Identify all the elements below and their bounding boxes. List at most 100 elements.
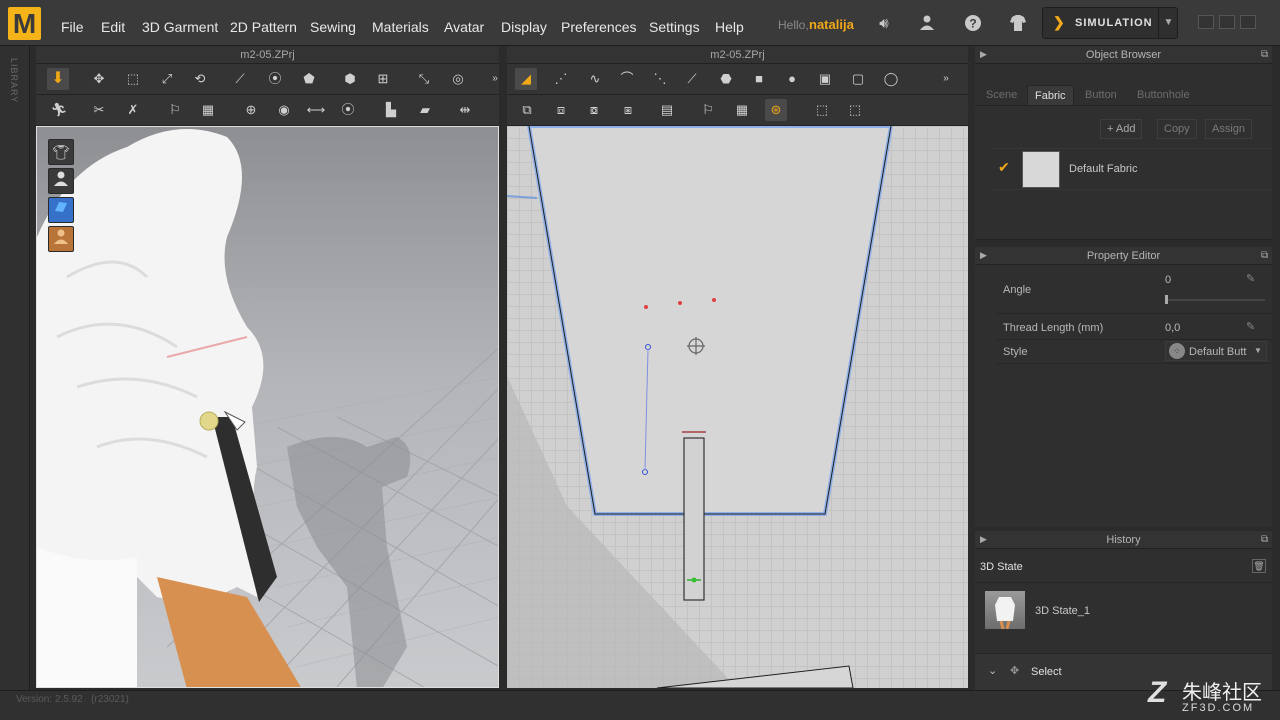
viewport-2d[interactable] (507, 126, 968, 688)
zipper-2d-icon[interactable]: ⚐ (697, 99, 719, 121)
undock-icon[interactable]: ⧉ (1261, 250, 1268, 261)
menu-help[interactable]: Help (715, 19, 744, 35)
puckering-icon[interactable]: ⇹ (454, 99, 476, 121)
show-avatar-icon[interactable] (48, 168, 74, 194)
garment-fit-icon[interactable]: ⬢ (339, 68, 361, 90)
cut-pattern-icon[interactable]: ⟋ (681, 68, 703, 90)
delete-history-icon[interactable]: 🗑︎ (1252, 559, 1266, 573)
avatar-pose-icon[interactable]: 🏃︎ (48, 99, 70, 121)
menu-3d-garment[interactable]: 3D Garment (142, 19, 218, 35)
menu-2d-pattern[interactable]: 2D Pattern (230, 19, 297, 35)
segment-sewing-icon[interactable]: ⧇ (583, 99, 605, 121)
close-button[interactable] (1240, 15, 1256, 29)
edit-point-icon[interactable]: ⋰ (550, 68, 572, 90)
piping-icon[interactable]: ▙ (380, 99, 402, 121)
undock-icon[interactable]: ⧉ (1261, 49, 1268, 60)
annotation-icon[interactable]: ⬚ (811, 99, 833, 121)
help-icon[interactable]: ? (963, 14, 983, 34)
trace-icon[interactable]: ⧉ (516, 99, 538, 121)
select-button-icon[interactable]: ⊛ (765, 99, 787, 121)
tab-button[interactable]: Button (1078, 85, 1124, 105)
sewing-icon[interactable]: ✂ (88, 99, 110, 121)
viewport-3d[interactable]: 👕︎ (36, 126, 499, 688)
menu-display[interactable]: Display (501, 19, 547, 35)
zipper-icon[interactable]: ⚐ (164, 99, 186, 121)
speaker-icon[interactable]: 🔊︎ (874, 14, 894, 34)
thread-length-value[interactable]: 0,0 (1165, 322, 1180, 334)
history-item-name[interactable]: 3D State_1 (1035, 605, 1090, 617)
tab-buttonhole[interactable]: Buttonhole (1130, 85, 1197, 105)
select-mesh-icon[interactable]: ⬚ (122, 68, 144, 90)
collapse-arrow-icon[interactable]: ▶ (980, 250, 987, 261)
rectangle-icon[interactable]: ■ (748, 68, 770, 90)
pin-icon[interactable]: ⟋ (229, 68, 251, 90)
fold-arrange-icon[interactable]: ⬟ (298, 68, 320, 90)
graphic-icon[interactable]: ⬚ (844, 99, 866, 121)
select-move-icon[interactable]: ✥ (88, 68, 110, 90)
menu-sewing[interactable]: Sewing (310, 19, 356, 35)
fold-arrangement-icon[interactable]: ▤ (656, 99, 678, 121)
tack-icon[interactable]: ⦿ (264, 68, 286, 90)
menu-edit[interactable]: Edit (101, 19, 125, 35)
maximize-button[interactable] (1219, 15, 1235, 29)
avatar-texture-icon[interactable] (48, 226, 74, 252)
menu-materials[interactable]: Materials (372, 19, 429, 35)
fold-icon[interactable]: ⟲ (189, 68, 211, 90)
free-sewing-icon[interactable]: ⧆ (617, 99, 639, 121)
circle-icon[interactable]: ● (781, 68, 803, 90)
collapse-arrow-icon[interactable]: ▶ (980, 49, 987, 60)
pattern-icon[interactable]: ▦ (197, 99, 219, 121)
edit-wrench-icon[interactable]: ✎ (1246, 272, 1255, 285)
style-dropdown[interactable]: ⁘ Default Butt ▼ (1165, 341, 1267, 361)
internal-polygon-icon[interactable]: ▣ (814, 68, 836, 90)
fabric-icon[interactable]: ▰ (414, 99, 436, 121)
history-thumbnail[interactable] (985, 591, 1025, 630)
more-tools-icon[interactable]: » (484, 68, 506, 90)
menu-file[interactable]: File (61, 19, 84, 35)
seam-icon[interactable]: ✗ (122, 99, 144, 121)
tab-fabric[interactable]: Fabric (1027, 85, 1074, 105)
edit-wrench-icon[interactable]: ✎ (1246, 320, 1255, 333)
simulation-button[interactable]: ❯ SIMULATION ▼ (1042, 7, 1178, 39)
copy-fabric-button[interactable]: Copy (1157, 119, 1197, 139)
simulation-dropdown-icon[interactable]: ▼ (1158, 8, 1178, 38)
polygon-icon[interactable]: ⬣ (715, 68, 737, 90)
expand-chevrons-icon[interactable]: ⌄ (988, 664, 997, 677)
transform-icon[interactable]: ⤢ (156, 68, 178, 90)
texture-2d-icon[interactable]: ▦ (731, 99, 753, 121)
angle-slider[interactable] (1165, 299, 1265, 301)
fabric-texture-icon[interactable] (48, 197, 74, 223)
assign-fabric-button[interactable]: Assign (1205, 119, 1253, 139)
internal-rectangle-icon[interactable]: ▢ (847, 68, 869, 90)
measure-icon[interactable]: ⤡ (413, 68, 435, 90)
button-icon[interactable]: ⊕ (240, 99, 262, 121)
menu-avatar[interactable]: Avatar (444, 19, 484, 35)
more-pattern-tools-icon[interactable]: » (935, 68, 957, 90)
show-garment-icon[interactable]: 👕︎ (48, 139, 74, 165)
topstitch-icon[interactable]: ⦿ (337, 99, 359, 121)
simulate-arrow-icon[interactable]: ⬇ (47, 68, 69, 90)
angle-slider-handle[interactable] (1165, 295, 1168, 304)
seam-allowance-icon[interactable]: ⧈ (550, 99, 572, 121)
library-panel[interactable]: LIBRARY (0, 46, 30, 690)
menu-preferences[interactable]: Preferences (561, 19, 636, 35)
menu-settings[interactable]: Settings (649, 19, 700, 35)
add-fabric-button[interactable]: + Add (1100, 119, 1143, 139)
add-point-icon[interactable]: ⋱ (649, 68, 671, 90)
collapse-arrow-icon[interactable]: ▶ (980, 534, 987, 545)
internal-circle-icon[interactable]: ◯ (880, 68, 902, 90)
username[interactable]: natalija (809, 17, 854, 32)
shirt-icon[interactable]: ⊞ (372, 68, 394, 90)
curve-point-icon[interactable]: ⌒ (616, 68, 638, 90)
angle-value[interactable]: 0 (1165, 274, 1171, 286)
tab-scene[interactable]: Scene (979, 85, 1024, 105)
edit-curve-icon[interactable]: ∿ (584, 68, 606, 90)
minimize-button[interactable] (1198, 15, 1214, 29)
fabric-list-item[interactable]: ✔ Default Fabric (990, 148, 1272, 190)
tape-icon[interactable]: ◎ (447, 68, 469, 90)
user-icon[interactable] (917, 14, 937, 34)
buttonhole-icon[interactable]: ◉ (273, 99, 295, 121)
garment-settings-icon[interactable] (1008, 14, 1028, 34)
transform-pattern-icon[interactable]: ◢ (515, 68, 537, 90)
undock-icon[interactable]: ⧉ (1261, 534, 1268, 545)
